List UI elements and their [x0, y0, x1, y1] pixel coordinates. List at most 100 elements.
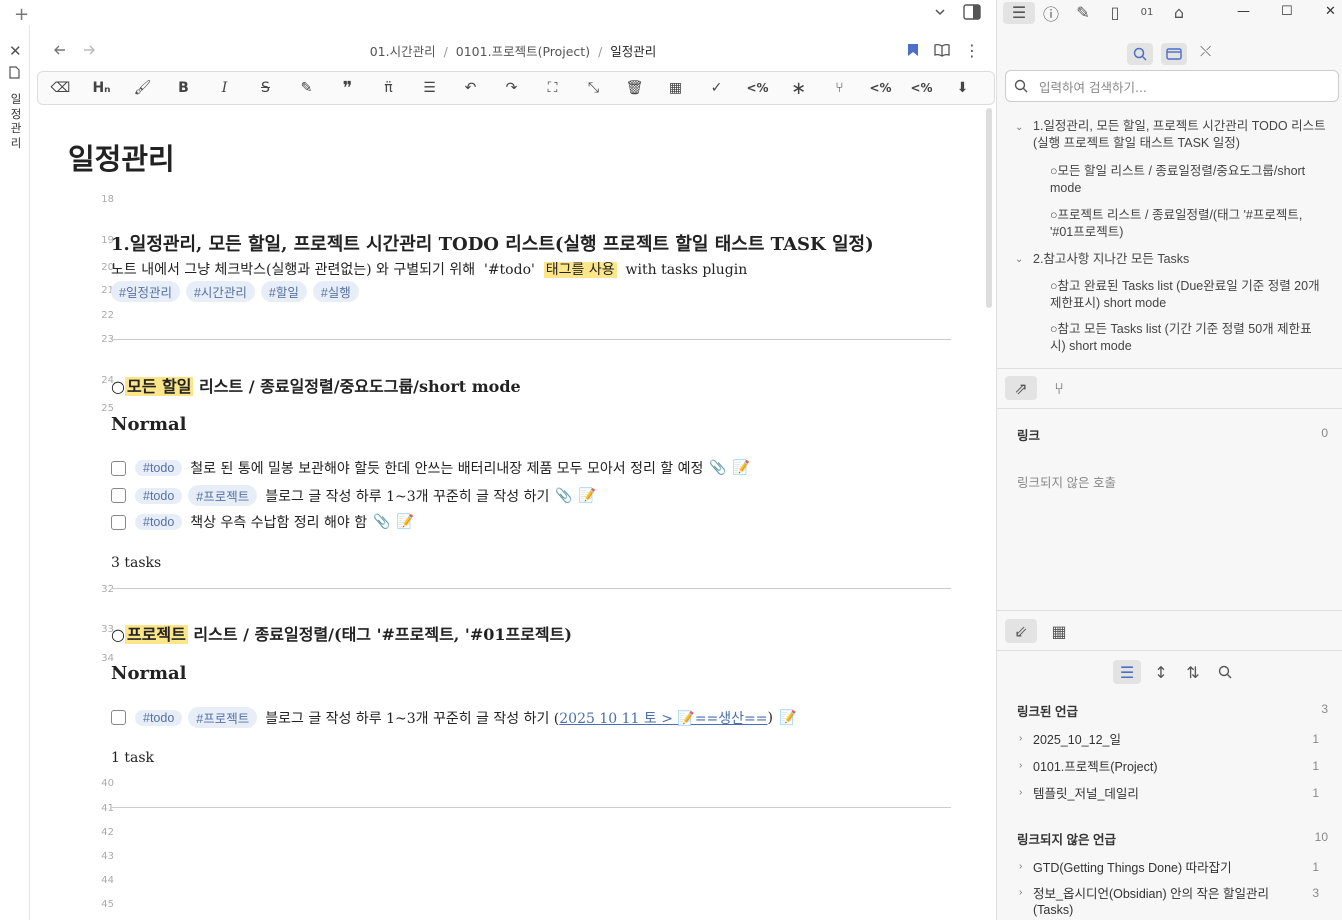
- tags-icon[interactable]: ⌂: [1163, 2, 1195, 24]
- expand-icon[interactable]: ↕: [1149, 660, 1173, 684]
- sidebar-toggle-icon[interactable]: [963, 4, 981, 20]
- list-view-icon[interactable]: ☰: [1113, 660, 1141, 684]
- maximize-icon[interactable]: ☐: [1281, 4, 1293, 19]
- tag[interactable]: #프로젝트: [188, 485, 258, 506]
- file-icon[interactable]: ▯: [1099, 2, 1131, 24]
- asterisk-icon[interactable]: ∗: [778, 73, 819, 103]
- close-icon[interactable]: ✕: [9, 42, 22, 60]
- delete-icon[interactable]: 🗑: [614, 73, 655, 103]
- bold-icon[interactable]: B: [163, 73, 204, 103]
- template-icon[interactable]: <%: [901, 73, 942, 103]
- outline-item-h2[interactable]: ○참고 완료된 Tasks list (Due완료일 기준 정렬 20개 제한표…: [1050, 278, 1325, 311]
- search-input[interactable]: 입력하여 검색하기...: [1005, 70, 1339, 102]
- tag[interactable]: #일정관리: [111, 281, 180, 302]
- download-circle-icon[interactable]: ⬇: [942, 73, 983, 103]
- search-icon[interactable]: [1213, 660, 1237, 684]
- text-format-icon[interactable]: π̈: [368, 73, 409, 103]
- sort-icon[interactable]: ⇅: [1181, 660, 1205, 684]
- breadcrumb-part-1[interactable]: 01.시간관리: [370, 44, 436, 59]
- tag[interactable]: #프로젝트: [188, 707, 258, 728]
- info-icon[interactable]: ⓘ: [1035, 2, 1067, 24]
- template-icon[interactable]: <%: [737, 73, 778, 103]
- strikethrough-icon[interactable]: S: [245, 73, 286, 103]
- task-checkbox[interactable]: [111, 460, 126, 476]
- scrollbar[interactable]: [986, 108, 992, 308]
- minimize-icon[interactable]: —: [1237, 4, 1250, 19]
- italic-icon[interactable]: I: [204, 73, 245, 103]
- task-checkbox[interactable]: [111, 514, 126, 530]
- outline-item-h1[interactable]: 2.참고사항 지나간 모든 Tasks: [1033, 251, 1333, 268]
- task-link[interactable]: 2025 10 11 토 > 📝==생산==: [559, 708, 767, 728]
- outline-item-h2[interactable]: ○프로젝트 리스트 / 종료일정렬/(태그 '#프로젝트, '#01프로젝트): [1050, 207, 1320, 240]
- follow-cursor-icon[interactable]: [1161, 43, 1187, 65]
- task-group-heading: Normal: [111, 663, 187, 684]
- binary-icon[interactable]: 01: [1131, 2, 1163, 24]
- format-brush-icon[interactable]: 🖌: [122, 73, 163, 103]
- redo-icon[interactable]: ↷: [491, 73, 532, 103]
- unlinked-calls[interactable]: 링크되지 않은 호출: [1017, 472, 1116, 491]
- page-title[interactable]: 일정관리: [68, 136, 175, 178]
- outline-item-h2[interactable]: ○모든 할일 리스트 / 종료일정렬/중요도그룹/short mode: [1050, 163, 1320, 196]
- outline-item-h2[interactable]: ○참고 모든 Tasks list (기간 기준 정렬 50개 제한표시) sh…: [1050, 321, 1325, 354]
- heading-icon[interactable]: Hₙ: [81, 73, 122, 103]
- line-number: 42: [101, 827, 114, 838]
- heading-1[interactable]: 1.일정관리, 모든 할일, 프로젝트 시간관리 TODO 리스트(실행 프로젝…: [111, 230, 874, 256]
- bookmark-icon[interactable]: [907, 43, 919, 57]
- calendar-check-icon[interactable]: ▦: [1045, 619, 1073, 643]
- new-tab-icon[interactable]: +: [14, 4, 29, 25]
- outline-item-h1[interactable]: 1.일정관리, 모든 할일, 프로젝트 시간관리 TODO 리스트(실행 프로젝…: [1033, 118, 1333, 151]
- reading-view-icon[interactable]: [934, 43, 950, 57]
- file-icon[interactable]: [9, 66, 20, 79]
- tag[interactable]: #실행: [312, 281, 359, 302]
- more-options-icon[interactable]: ⋮: [964, 41, 980, 60]
- paragraph[interactable]: 노트 내에서 그냥 체크박스(실행과 관련없는) 와 구별되기 위해 '#tod…: [111, 259, 747, 279]
- tag[interactable]: #todo: [135, 487, 183, 504]
- mention-count: 1: [1312, 759, 1319, 773]
- editor-pane[interactable]: 일정관리 18 19 20 21 22 23 24 25 32 33 34 40…: [30, 108, 985, 920]
- backlinks-icon[interactable]: ⇙: [1005, 619, 1037, 643]
- chevron-down-icon[interactable]: ⌄: [1015, 254, 1023, 265]
- links-title[interactable]: 링크: [1017, 425, 1040, 444]
- outgoing-links-icon[interactable]: ⇗: [1005, 376, 1037, 400]
- edit-icon[interactable]: ✎: [1067, 2, 1099, 24]
- vertical-tab-title[interactable]: 일정관리: [9, 92, 23, 150]
- heading-prefix: ○: [111, 377, 125, 396]
- fullscreen-icon[interactable]: ⛶: [532, 73, 573, 103]
- unlinked-mentions-title[interactable]: 링크되지 않은 언급: [1017, 829, 1116, 848]
- template-icon[interactable]: <%: [860, 73, 901, 103]
- chevron-down-icon[interactable]: ⌄: [1015, 122, 1023, 133]
- eraser-icon[interactable]: ⌫: [40, 73, 81, 103]
- heading-2[interactable]: ○ 모든 할일 리스트 / 종료일정렬/중요도그룹/short mode: [111, 373, 521, 397]
- check-circle-icon[interactable]: ✓: [696, 73, 737, 103]
- outline-tab-icon[interactable]: ☰: [1003, 1, 1035, 24]
- close-window-icon[interactable]: ✕: [1325, 4, 1336, 19]
- tag[interactable]: #todo: [135, 460, 183, 476]
- heading-2[interactable]: ○ 프로젝트 리스트 / 종료일정렬/(태그 '#프로젝트, '#01프로젝트): [111, 621, 572, 645]
- breadcrumb-part-2[interactable]: 0101.프로젝트(Project): [456, 44, 590, 59]
- search-toggle-icon[interactable]: [1127, 43, 1153, 65]
- task-checkbox[interactable]: [111, 488, 126, 503]
- undo-icon[interactable]: ↶: [450, 73, 491, 103]
- exit-fullscreen-icon[interactable]: ⤡: [573, 73, 614, 103]
- highlighted-text: 프로젝트: [124, 625, 188, 644]
- memo-icon[interactable]: 📝: [397, 514, 414, 530]
- breadcrumb-current[interactable]: 일정관리: [610, 44, 656, 59]
- highlighter-icon[interactable]: ✎: [286, 73, 327, 103]
- task-item: #todo 책상 우측 수납함 정리 해야 함 📎 📝: [111, 512, 414, 532]
- tag[interactable]: #할일: [260, 281, 307, 302]
- memo-icon[interactable]: 📝: [779, 710, 796, 726]
- tag[interactable]: #todo: [135, 514, 183, 530]
- list-icon[interactable]: ☰: [409, 73, 450, 103]
- tag[interactable]: #시간관리: [185, 281, 255, 302]
- collapse-icon[interactable]: ⤬: [1200, 44, 1211, 60]
- memo-icon[interactable]: 📝: [579, 488, 596, 504]
- calendar-icon[interactable]: ▦: [655, 73, 696, 103]
- chevron-down-icon[interactable]: [933, 5, 947, 19]
- graph-icon[interactable]: ⑂: [1045, 376, 1073, 400]
- quote-icon[interactable]: ❞: [327, 73, 368, 103]
- git-branch-icon[interactable]: ⑂: [819, 73, 860, 103]
- linked-mentions-title[interactable]: 링크된 언급: [1017, 701, 1078, 720]
- tag[interactable]: #todo: [135, 709, 183, 726]
- memo-icon[interactable]: 📝: [733, 460, 750, 476]
- task-checkbox[interactable]: [111, 710, 126, 725]
